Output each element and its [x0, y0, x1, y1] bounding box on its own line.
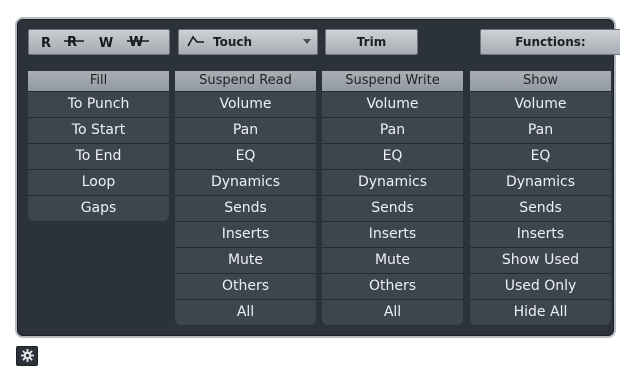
- suspend-write-inserts[interactable]: Inserts: [322, 221, 463, 247]
- suspend-write-sends[interactable]: Sends: [322, 195, 463, 221]
- show-sends[interactable]: Sends: [470, 195, 611, 221]
- automation-mode-value: Touch: [213, 35, 253, 49]
- write-button[interactable]: W: [95, 34, 117, 52]
- suspend-write-header: Suspend Write: [322, 71, 463, 91]
- read-write-button-group: R R W W: [28, 29, 170, 55]
- toolbar: R R W W: [28, 29, 620, 57]
- suspend-read-mute[interactable]: Mute: [175, 247, 316, 273]
- settings-button[interactable]: [16, 346, 38, 366]
- show-hide-all[interactable]: Hide All: [470, 299, 611, 325]
- chevron-down-icon: [303, 39, 311, 44]
- suspend-write-column: Suspend Write Volume Pan EQ Dynamics Sen…: [322, 71, 463, 325]
- show-used[interactable]: Show Used: [470, 247, 611, 273]
- suspend-write-others[interactable]: Others: [322, 273, 463, 299]
- read-button[interactable]: R: [35, 34, 57, 52]
- suspend-write-dynamics[interactable]: Dynamics: [322, 169, 463, 195]
- gear-icon: [20, 347, 34, 366]
- suspend-read-others[interactable]: Others: [175, 273, 316, 299]
- show-header: Show: [470, 71, 611, 91]
- write-all-button[interactable]: W: [127, 34, 149, 52]
- functions-button[interactable]: Functions:: [480, 29, 620, 55]
- fill-item-to-end[interactable]: To End: [28, 143, 169, 169]
- suspend-read-sends[interactable]: Sends: [175, 195, 316, 221]
- suspend-read-inserts[interactable]: Inserts: [175, 221, 316, 247]
- automation-columns: Fill To Punch To Start To End Loop Gaps …: [28, 71, 611, 329]
- read-all-icon: R: [64, 34, 84, 52]
- automation-mode-select[interactable]: Touch: [178, 29, 318, 55]
- suspend-read-volume[interactable]: Volume: [175, 91, 316, 117]
- automation-panel: R R W W: [15, 17, 620, 338]
- write-all-icon: W: [127, 34, 149, 52]
- suspend-write-all[interactable]: All: [322, 299, 463, 325]
- show-inserts[interactable]: Inserts: [470, 221, 611, 247]
- fill-item-to-punch[interactable]: To Punch: [28, 91, 169, 117]
- fill-item-gaps[interactable]: Gaps: [28, 195, 169, 221]
- suspend-write-eq[interactable]: EQ: [322, 143, 463, 169]
- suspend-read-eq[interactable]: EQ: [175, 143, 316, 169]
- show-used-only[interactable]: Used Only: [470, 273, 611, 299]
- suspend-write-pan[interactable]: Pan: [322, 117, 463, 143]
- suspend-read-column: Suspend Read Volume Pan EQ Dynamics Send…: [175, 71, 316, 325]
- fill-item-to-start[interactable]: To Start: [28, 117, 169, 143]
- fill-header: Fill: [28, 71, 169, 91]
- touch-ramp-icon: [187, 34, 205, 51]
- show-eq[interactable]: EQ: [470, 143, 611, 169]
- suspend-write-volume[interactable]: Volume: [322, 91, 463, 117]
- show-pan[interactable]: Pan: [470, 117, 611, 143]
- suspend-read-all[interactable]: All: [175, 299, 316, 325]
- show-dynamics[interactable]: Dynamics: [470, 169, 611, 195]
- show-volume[interactable]: Volume: [470, 91, 611, 117]
- suspend-write-mute[interactable]: Mute: [322, 247, 463, 273]
- read-all-button[interactable]: R: [63, 34, 85, 52]
- suspend-read-dynamics[interactable]: Dynamics: [175, 169, 316, 195]
- show-column: Show Volume Pan EQ Dynamics Sends Insert…: [470, 71, 611, 325]
- fill-item-loop[interactable]: Loop: [28, 169, 169, 195]
- suspend-read-pan[interactable]: Pan: [175, 117, 316, 143]
- fill-column: Fill To Punch To Start To End Loop Gaps: [28, 71, 169, 221]
- suspend-read-header: Suspend Read: [175, 71, 316, 91]
- trim-button[interactable]: Trim: [325, 29, 418, 55]
